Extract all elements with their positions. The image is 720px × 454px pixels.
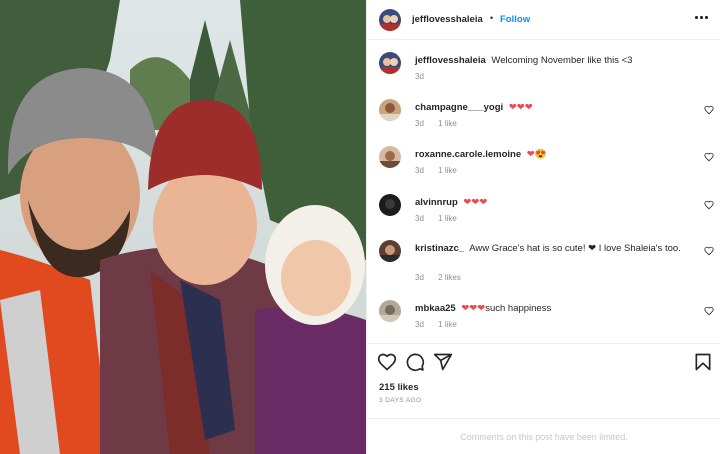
comment-time: 3d: [415, 214, 424, 223]
separator-dot: •: [490, 13, 494, 23]
comment-meta: 3d 1 like: [415, 119, 469, 128]
comment-username[interactable]: roxanne.carole.lemoine: [415, 149, 521, 160]
comment-text: roxanne.carole.lemoine ❤😍: [415, 148, 685, 161]
comment-emoji: ❤😍: [526, 149, 547, 160]
comment-likes[interactable]: 1 like: [438, 320, 457, 329]
comment-text: alvinnrup ❤❤❤: [415, 196, 685, 209]
caption-time: 3d: [415, 72, 424, 81]
comment-username[interactable]: champagne___yogi: [415, 102, 503, 113]
comment-username[interactable]: kristinazc_: [415, 243, 464, 254]
comment-text: mbkaa25 ❤❤❤such happiness: [415, 302, 685, 315]
like-comment-icon[interactable]: [704, 105, 714, 115]
comment-likes[interactable]: 2 likes: [438, 273, 461, 282]
comment-time: 3d: [415, 320, 424, 329]
comment-time: 3d: [415, 166, 424, 175]
comment-meta: 3d 1 like: [415, 214, 469, 223]
commenter-avatar[interactable]: [379, 240, 401, 262]
like-comment-icon[interactable]: [704, 200, 714, 210]
commenter-avatar[interactable]: [379, 300, 401, 322]
comment-meta: 3d 1 like: [415, 166, 469, 175]
author-avatar[interactable]: [379, 9, 401, 31]
author-avatar[interactable]: [379, 52, 401, 74]
comment-body: such happiness: [485, 303, 552, 314]
share-icon[interactable]: [433, 352, 453, 372]
post-header: jefflovesshaleia • Follow: [367, 0, 720, 40]
comment-text: champagne___yogi ❤❤❤: [415, 101, 685, 114]
heart-icon[interactable]: [377, 352, 397, 372]
follow-button[interactable]: Follow: [500, 14, 530, 25]
comment-emoji: ❤❤❤: [463, 197, 488, 208]
caption-text: jefflovesshaleia Welcoming November like…: [415, 54, 685, 67]
comment-emoji: ❤❤❤: [461, 303, 486, 314]
like-comment-icon[interactable]: [704, 306, 714, 316]
commenter-avatar[interactable]: [379, 99, 401, 121]
caption-body: Welcoming November like this <3: [491, 55, 633, 66]
comment-text: kristinazc_ Aww Grace's hat is so cute! …: [415, 242, 685, 255]
comment-meta: 3d 2 likes: [415, 273, 473, 282]
more-icon[interactable]: [695, 11, 709, 23]
post-date: 3 DAYS AGO: [379, 397, 422, 404]
comment-emoji: ❤❤❤: [508, 102, 533, 113]
commenter-avatar[interactable]: [379, 146, 401, 168]
commenter-avatar[interactable]: [379, 194, 401, 216]
comment-likes[interactable]: 1 like: [438, 166, 457, 175]
post-panel: jefflovesshaleia • Follow jefflovesshale…: [366, 0, 720, 454]
comment-username[interactable]: mbkaa25: [415, 303, 456, 314]
caption-username[interactable]: jefflovesshaleia: [415, 55, 486, 66]
like-comment-icon[interactable]: [704, 246, 714, 256]
author-username[interactable]: jefflovesshaleia: [412, 14, 483, 25]
comment-time: 3d: [415, 119, 424, 128]
bookmark-icon[interactable]: [693, 352, 713, 372]
likes-count[interactable]: 215 likes: [379, 382, 419, 393]
comment-username[interactable]: alvinnrup: [415, 197, 458, 208]
comment-icon[interactable]: [405, 352, 425, 372]
caption-meta: 3d: [415, 72, 436, 81]
like-comment-icon[interactable]: [704, 152, 714, 162]
comment-likes[interactable]: 1 like: [438, 214, 457, 223]
comment-time: 3d: [415, 273, 424, 282]
post-photo: [0, 0, 366, 454]
comment-body: Aww Grace's hat is so cute! ❤ I love Sha…: [469, 243, 681, 254]
comment-likes[interactable]: 1 like: [438, 119, 457, 128]
action-bar: [367, 343, 720, 383]
comment-meta: 3d 1 like: [415, 320, 469, 329]
comments-limited-notice: Comments on this post have been limited.: [367, 418, 720, 454]
